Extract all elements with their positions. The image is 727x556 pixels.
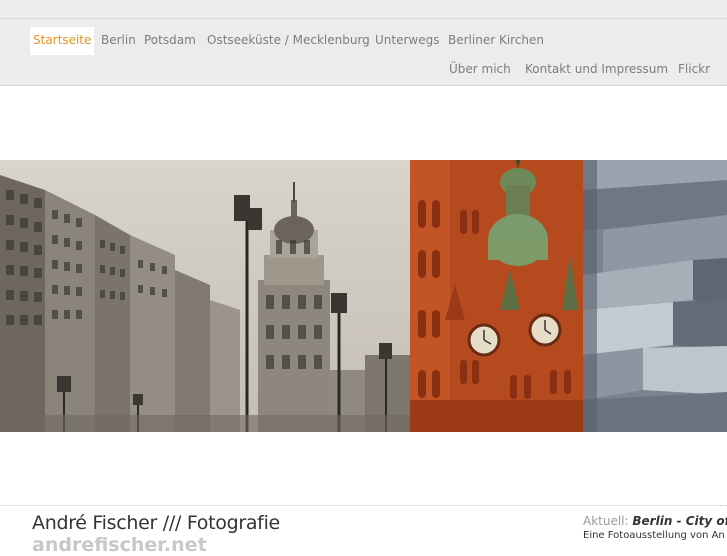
nav-link-potsdam[interactable]: Potsdam	[144, 33, 196, 47]
nav-link-unterwegs[interactable]: Unterwegs	[375, 33, 439, 47]
nav-link-kontakt-impressum[interactable]: Kontakt und Impressum	[525, 62, 668, 76]
nav-link-flickr[interactable]: Flickr	[678, 62, 710, 76]
frankfurter-tor-image	[0, 160, 410, 432]
memorial-stelae-photo[interactable]	[583, 160, 727, 432]
frankfurter-tor-photo[interactable]	[0, 160, 410, 432]
news-title[interactable]: Berlin - City of L	[632, 514, 727, 528]
nav-link-startseite[interactable]: Startseite	[30, 27, 95, 55]
nav-link-berliner-kirchen[interactable]: Berliner Kirchen	[448, 33, 544, 47]
site-title[interactable]: André Fischer /// Fotografie	[32, 512, 280, 534]
church-image	[410, 160, 583, 432]
red-brick-church-photo[interactable]	[410, 160, 583, 432]
news-label: Aktuell:	[583, 514, 629, 528]
site-domain: andrefischer.net	[32, 534, 207, 556]
main-navigation: Startseite Berlin Potsdam Ostseeküste / …	[0, 18, 727, 86]
top-strip	[0, 0, 727, 18]
news-subtitle: Eine Fotoausstellung von An	[583, 530, 725, 541]
nav-link-ostseekueste[interactable]: Ostseeküste / Mecklenburg	[207, 33, 370, 47]
nav-link-berlin[interactable]: Berlin	[101, 33, 136, 47]
photo-gallery	[0, 160, 727, 432]
nav-link-ueber-mich[interactable]: Über mich	[449, 62, 511, 76]
memorial-image	[583, 160, 727, 432]
news-teaser[interactable]: Aktuell: Berlin - City of L	[583, 514, 727, 528]
footer-divider	[0, 505, 727, 506]
